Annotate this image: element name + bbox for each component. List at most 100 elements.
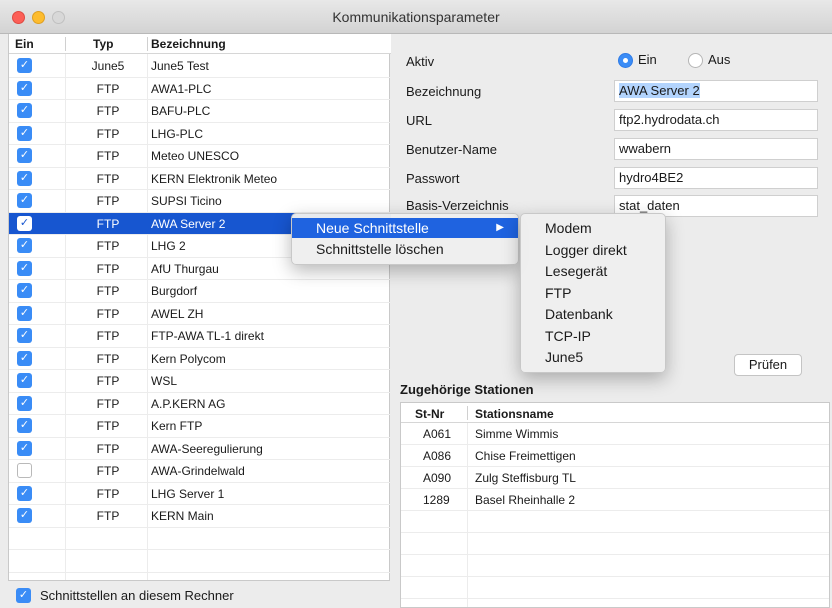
stations-header: St-Nr Stationsname [401,403,829,423]
col-header-ein[interactable]: Ein [15,37,34,51]
row-enabled-checkbox[interactable] [17,463,32,478]
table-row[interactable]: ✓ FTP Kern Polycom [9,348,391,370]
submenu-item[interactable]: Modem [521,218,665,238]
row-enabled-checkbox[interactable]: ✓ [17,148,32,163]
row-bezeichnung: SUPSI Ticino [151,194,222,208]
row-typ: FTP [96,171,120,186]
table-row[interactable]: FTP AWA-Grindelwald [9,460,391,483]
benutzer-field[interactable]: wwabern [614,138,818,160]
submenu-item[interactable]: FTP [521,283,665,303]
submenu-item[interactable]: Lesegerät [521,261,665,281]
row-enabled-checkbox[interactable]: ✓ [17,328,32,343]
submenu-item[interactable]: Datenbank [521,304,665,324]
row-typ: FTP [96,306,120,321]
row-enabled-checkbox[interactable]: ✓ [17,238,32,253]
row-enabled-checkbox[interactable]: ✓ [17,485,32,501]
station-name: Chise Freimettigen [475,449,576,463]
url-field[interactable]: ftp2.hydrodata.ch [614,109,818,131]
table-row[interactable]: ✓ FTP AWEL ZH [9,303,391,325]
row-enabled-checkbox[interactable]: ✓ [17,440,32,456]
row-enabled-checkbox[interactable]: ✓ [17,418,32,433]
station-row[interactable]: A090 Zulg Steffisburg TL [401,467,829,489]
row-enabled-checkbox[interactable]: ✓ [17,58,32,73]
station-nr: A086 [423,449,452,463]
row-enabled-checkbox[interactable]: ✓ [17,283,32,298]
row-bezeichnung: A.P.KERN AG [151,396,226,411]
row-enabled-checkbox[interactable]: ✓ [17,305,32,321]
col-header-stationsname[interactable]: Stationsname [475,407,554,421]
table-row[interactable]: ✓ FTP Burgdorf [9,280,391,303]
aktiv-ein-radio[interactable] [618,53,633,68]
row-enabled-checkbox[interactable]: ✓ [17,260,32,276]
row-enabled-checkbox[interactable]: ✓ [17,103,32,118]
row-enabled-checkbox[interactable]: ✓ [17,193,32,208]
aktiv-aus-radio[interactable] [688,53,703,68]
submenu-item[interactable]: June5 [521,347,665,367]
benutzer-label: Benutzer-Name [406,142,498,157]
app-window: Kommunikationsparameter Ein Typ Bezeichn… [0,0,832,608]
window-title: Kommunikationsparameter [332,9,500,25]
local-interfaces-label: Schnittstellen an diesem Rechner [40,588,234,603]
stations-table: St-Nr Stationsname A061 Simme Wimmis A086 C… [400,402,830,608]
table-row[interactable]: ✓ June5 June5 Test [9,55,391,78]
table-row[interactable]: ✓ FTP AWA1-PLC [9,78,391,100]
row-enabled-checkbox[interactable]: ✓ [17,373,32,388]
row-enabled-checkbox[interactable]: ✓ [17,395,32,411]
footer-bar: ✓ Schnittstellen an diesem Rechner [8,580,390,608]
table-row[interactable]: ✓ FTP LHG Server 1 [9,483,391,505]
empty-row [9,550,391,573]
table-row[interactable]: ✓ FTP FTP-AWA TL-1 direkt [9,325,391,348]
col-header-bezeichnung[interactable]: Bezeichnung [151,37,226,51]
table-row[interactable]: ✓ FTP BAFU-PLC [9,100,391,123]
table-row[interactable]: ✓ FTP AWA-Seeregulierung [9,438,391,460]
row-enabled-checkbox[interactable]: ✓ [17,215,32,231]
table-row[interactable]: ✓ FTP KERN Elektronik Meteo [9,168,391,190]
row-typ: FTP [96,239,120,253]
passwort-field[interactable]: hydro4BE2 [614,167,818,189]
table-body: ✓ June5 June5 Test ✓ FTP AWA1-PLC ✓ FTP BAFU-PLC… [9,55,391,595]
station-row[interactable]: A086 Chise Freimettigen [401,445,829,467]
row-bezeichnung: LHG-PLC [151,126,204,141]
table-row[interactable]: ✓ FTP Meteo UNESCO [9,145,391,168]
row-enabled-checkbox[interactable]: ✓ [17,125,32,141]
submenu-item[interactable]: TCP-IP [521,326,665,346]
menu-item-schnittstelle-loeschen[interactable]: Schnittstelle löschen [292,239,518,259]
row-typ: FTP [96,464,120,478]
row-typ: FTP [96,216,120,231]
row-enabled-checkbox[interactable]: ✓ [17,80,32,96]
row-typ: FTP [96,126,120,141]
row-enabled-checkbox[interactable]: ✓ [17,350,32,366]
row-bezeichnung: KERN Main [151,509,214,523]
row-bezeichnung: LHG Server 1 [151,486,225,501]
local-interfaces-checkbox[interactable]: ✓ [16,588,31,603]
table-row[interactable]: ✓ FTP WSL [9,370,391,393]
pruefen-button[interactable]: Prüfen [734,354,802,376]
row-typ: FTP [96,104,120,118]
menu-item-neue-schnittstelle-label: Neue Schnittstelle [316,220,429,236]
aktiv-label: Aktiv [406,54,435,69]
bezeichnung-field[interactable]: AWA Server 2 [614,80,818,102]
aktiv-aus-label: Aus [708,52,731,67]
table-row[interactable]: ✓ FTP LHG-PLC [9,123,391,145]
table-row[interactable]: ✓ FTP Kern FTP [9,415,391,438]
station-row[interactable]: 1289 Basel Rheinhalle 2 [401,489,829,511]
row-bezeichnung: LHG 2 [151,239,186,253]
row-enabled-checkbox[interactable]: ✓ [17,508,32,523]
col-header-typ[interactable]: Typ [93,37,113,51]
row-bezeichnung: WSL [151,374,178,388]
url-label: URL [406,113,433,128]
station-name: Zulg Steffisburg TL [475,471,576,485]
row-bezeichnung: Kern FTP [151,419,203,433]
row-typ: FTP [96,329,120,343]
table-row[interactable]: ✓ FTP A.P.KERN AG [9,393,391,415]
station-row[interactable]: A061 Simme Wimmis [401,423,829,445]
station-nr: 1289 [423,493,450,507]
submenu-item[interactable]: Logger direkt [521,240,665,260]
row-enabled-checkbox[interactable]: ✓ [17,170,32,186]
table-row[interactable]: ✓ FTP KERN Main [9,505,391,528]
row-bezeichnung: AWA1-PLC [151,81,212,96]
row-typ: FTP [96,261,120,276]
table-row[interactable]: ✓ FTP SUPSI Ticino [9,190,391,213]
col-header-st-nr[interactable]: St-Nr [415,407,444,421]
menu-item-neue-schnittstelle[interactable]: Neue Schnittstelle ▶ [292,218,518,238]
